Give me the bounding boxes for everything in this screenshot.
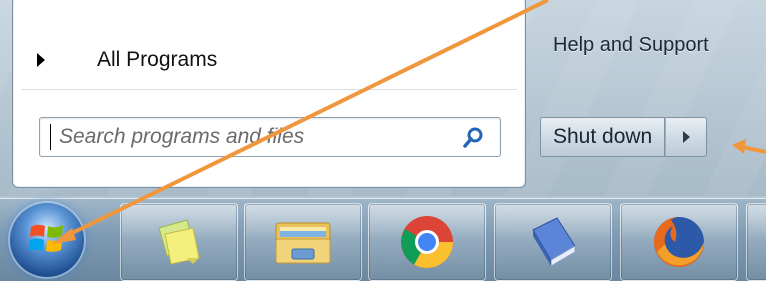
shutdown-options-button[interactable] — [665, 117, 708, 157]
shutdown-group: Shut down — [540, 117, 708, 159]
chevron-right-icon — [682, 131, 690, 143]
start-button[interactable] — [10, 203, 84, 277]
book-icon — [532, 217, 576, 267]
taskbar-sticky-notes[interactable] — [120, 203, 238, 281]
taskbar-ebook[interactable] — [494, 203, 612, 281]
windows-logo-icon — [29, 224, 63, 252]
search-icon[interactable] — [462, 126, 486, 150]
all-programs-label: All Programs — [97, 48, 218, 71]
all-programs-item[interactable]: All Programs — [35, 38, 505, 82]
taskbar-google-chrome[interactable] — [368, 203, 486, 281]
search-input[interactable] — [57, 124, 441, 150]
taskbar-windows-explorer[interactable] — [244, 203, 362, 281]
taskbar-firefox[interactable] — [620, 203, 738, 281]
expand-arrow-icon — [37, 53, 45, 67]
start-menu: All Programs Help and Support Shut down — [0, 0, 766, 196]
taskbar-partial-button[interactable] — [746, 203, 766, 281]
chrome-icon — [401, 216, 453, 268]
shutdown-button[interactable]: Shut down — [540, 117, 666, 157]
start-menu-left-panel: All Programs — [12, 0, 526, 188]
search-box[interactable] — [39, 117, 501, 157]
folder-icon — [275, 222, 331, 264]
text-caret — [50, 124, 51, 150]
help-and-support-item[interactable]: Help and Support — [553, 34, 709, 57]
separator — [21, 89, 517, 90]
firefox-icon — [654, 217, 704, 267]
sticky-notes-icon — [158, 219, 200, 265]
